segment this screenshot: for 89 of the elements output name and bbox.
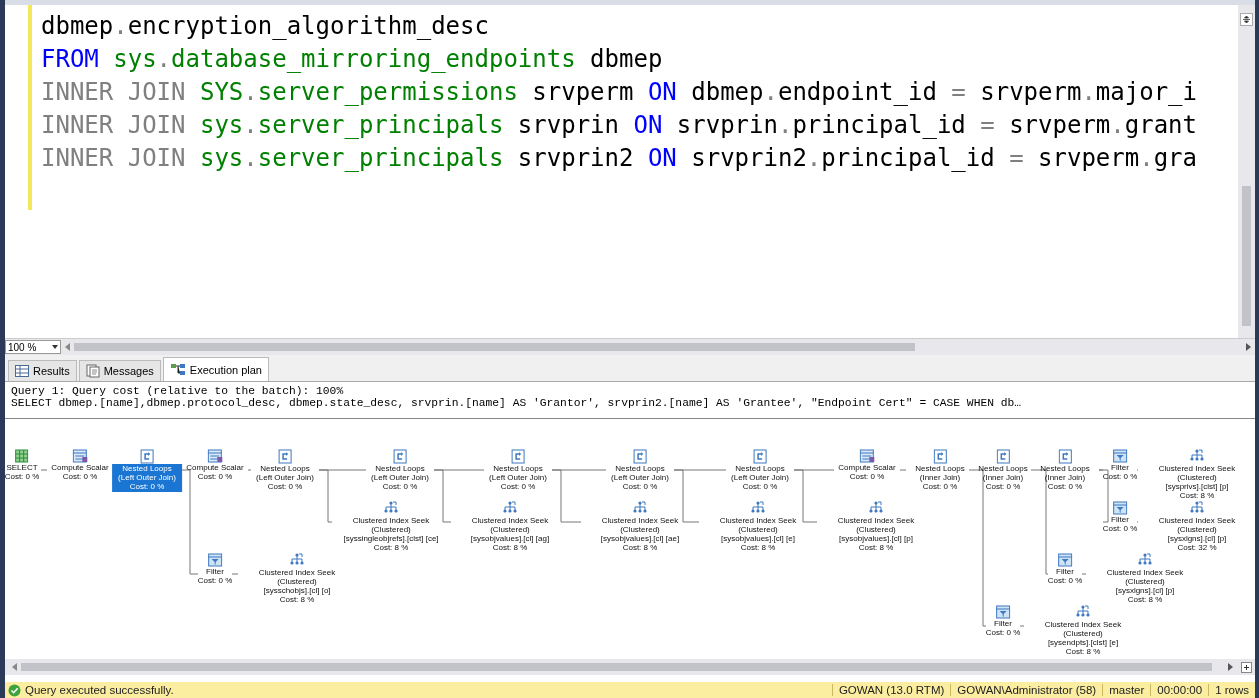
plan-operator-label[interactable]: Clustered Index Seek (Clustered) [sysobjvalues].[cl] [p] Cost: 8 % xyxy=(818,516,934,552)
loop-icon xyxy=(633,449,647,464)
loop-icon xyxy=(393,449,407,464)
plan-operator-label[interactable]: Filter Cost: 0 % xyxy=(195,567,235,585)
connector-line xyxy=(1081,573,1087,575)
right-arrow-icon xyxy=(1228,663,1233,671)
plan-operator-label[interactable]: Clustered Index Seek (Clustered) [sysendpts].[clst] [e] Cost: 8 % xyxy=(1025,620,1141,656)
plus-icon xyxy=(1244,664,1249,670)
plan-icon xyxy=(169,362,186,377)
document-icon xyxy=(85,364,100,378)
loop-icon xyxy=(1058,449,1072,464)
connector-line xyxy=(231,573,239,575)
loop-icon xyxy=(996,449,1010,464)
tab-label: Execution plan xyxy=(189,363,262,376)
vertical-scrollbar[interactable] xyxy=(1238,5,1255,338)
loop-icon xyxy=(278,449,292,464)
calculator-table-icon xyxy=(207,449,223,463)
connector-line xyxy=(40,469,48,471)
loop-icon xyxy=(933,449,947,464)
plan-operator-label[interactable]: Clustered Index Seek (Clustered) [sysschobjs].[cl] [o] Cost: 8 % xyxy=(239,568,355,604)
loop-icon xyxy=(753,449,767,464)
scrollbar-thumb[interactable] xyxy=(1242,186,1251,326)
right-arrow-icon xyxy=(1246,343,1251,351)
zoom-dropdown[interactable]: 100 % xyxy=(5,340,61,354)
plan-operator-label[interactable]: Clustered Index Seek (Clustered) [syssingleobjrefs].[clst] [ce] Cost: 8 % xyxy=(333,516,449,552)
code-line: INNER JOIN sys.server_principals srvprin2 ON srvprin2.principal_id = srvperm.gra xyxy=(41,143,1198,174)
code-line: dbmep.encryption_algorithm_desc xyxy=(41,11,490,42)
check-icon xyxy=(8,683,21,697)
status-segment: GOWAN (13.0 RTM) xyxy=(831,684,951,696)
code-line: FROM sys.database_mirroring_endpoints dbmep xyxy=(41,44,664,75)
plan-operator-label[interactable]: Nested Loops (Left Outer Join) Cost: 0 % xyxy=(487,464,549,491)
status-segment: GOWAN\Administrator (58) xyxy=(950,684,1103,696)
status-segment: master xyxy=(1102,684,1151,696)
plan-operator-label[interactable]: Compute Scalar Cost: 0 % xyxy=(49,463,111,481)
plan-operator-label[interactable]: Clustered Index Seek (Clustered) [sysxlgns].[cl] [p] Cost: 8 % xyxy=(1087,568,1203,604)
table-icon xyxy=(15,449,29,463)
calculator-table-icon xyxy=(859,449,875,463)
caret-icon xyxy=(52,345,58,349)
status-segment: 00:00:00 xyxy=(1150,684,1209,696)
plan-operator-label[interactable]: Nested Loops (Left Outer Join) Cost: 0 % xyxy=(369,464,431,491)
plan-operator-label[interactable]: Filter Cost: 0 % xyxy=(1100,515,1140,533)
plan-operator-label[interactable]: Nested Loops (Left Outer Join) Cost: 0 % xyxy=(254,464,316,491)
split-button[interactable] xyxy=(1240,13,1253,26)
loop-icon xyxy=(511,449,525,464)
filter-icon xyxy=(1112,501,1128,515)
plan-operator-label[interactable]: Filter Cost: 0 % xyxy=(1100,463,1140,481)
zoom-plus-button[interactable] xyxy=(1241,661,1252,673)
code-line: INNER JOIN sys.server_principals srvprin ON srvprin.principal_id = srvperm.grant xyxy=(41,110,1198,141)
split-icon xyxy=(1243,16,1250,23)
code-line: INNER JOIN SYS.server_permissions srvperm ON dbmep.endpoint_id = srvperm.major_i xyxy=(41,77,1198,108)
plan-operator-label[interactable]: Clustered Index Seek (Clustered) [sysobjvalues].[cl] [e] Cost: 8 % xyxy=(700,516,816,552)
plan-operator-label[interactable]: Compute Scalar Cost: 0 % xyxy=(836,463,898,481)
plan-operator-label[interactable]: Nested Loops (Inner Join) Cost: 0 % xyxy=(1038,464,1092,491)
calculator-table-icon xyxy=(72,449,88,463)
tab-label: Messages xyxy=(103,365,154,377)
result-tab[interactable]: Execution plan xyxy=(162,357,269,381)
plan-operator-label[interactable]: Nested Loops (Left Outer Join) Cost: 0 % xyxy=(609,464,671,491)
left-arrow-icon xyxy=(12,663,17,671)
connector-line xyxy=(899,469,907,471)
plan-operator-label[interactable]: Filter Cost: 0 % xyxy=(1045,567,1085,585)
result-tab[interactable]: Results xyxy=(8,360,77,381)
connector-line xyxy=(247,469,252,471)
filter-icon xyxy=(1057,553,1073,567)
query-cost-text: Query 1: Query cost (relative to the batch): 100% xyxy=(11,385,345,397)
plan-operator-label[interactable]: Nested Loops (Left Outer Join) Cost: 0 % xyxy=(729,464,791,491)
plan-operator-label[interactable]: Nested Loops (Left Outer Join) Cost: 0 % xyxy=(112,464,182,492)
plan-operator-label[interactable]: Nested Loops (Inner Join) Cost: 0 % xyxy=(913,464,967,491)
filter-icon xyxy=(1112,449,1128,463)
plan-operator-label[interactable]: Filter Cost: 0 % xyxy=(983,619,1023,637)
scrollbar-thumb[interactable] xyxy=(21,663,1212,671)
filter-icon xyxy=(207,553,223,567)
plan-operator-label[interactable]: Clustered Index Seek (Clustered) [sysprivs].[clst] [p] Cost: 8 % xyxy=(1139,464,1255,500)
left-arrow-icon xyxy=(65,343,70,351)
status-message: Query executed successfully. xyxy=(25,684,174,696)
grid-icon xyxy=(15,365,29,377)
status-segment: 1 rows xyxy=(1208,684,1255,696)
plan-operator-label[interactable]: Compute Scalar Cost: 0 % xyxy=(184,463,246,481)
tab-label: Results xyxy=(33,365,70,377)
query-statement-text: SELECT dbmep.[name],dbmep.protocol_desc, dbmep.state_desc, srvprin.[name] AS 'Grantor', srvprin2.[name] AS 'Grantee', "Endpoint Cert" = CASE WHEN db… xyxy=(11,397,1023,409)
plan-operator-label[interactable]: SELECT Cost: 0 % xyxy=(5,463,42,481)
scrollbar-thumb[interactable] xyxy=(74,343,915,351)
plan-operator-label[interactable]: Nested Loops (Inner Join) Cost: 0 % xyxy=(976,464,1030,491)
plan-operator-label[interactable]: Clustered Index Seek (Clustered) [sysobjvalues].[cl] [ag] Cost: 8 % xyxy=(452,516,568,552)
plan-operator-label[interactable]: Clustered Index Seek (Clustered) [sysxlgns].[cl] [p] Cost: 32 % xyxy=(1139,516,1255,552)
loop-icon xyxy=(140,449,154,464)
result-tab[interactable]: Messages xyxy=(78,360,161,381)
plan-operator-label[interactable]: Clustered Index Seek (Clustered) [sysobjvalues].[cl] [ae] Cost: 8 % xyxy=(582,516,698,552)
connector-line xyxy=(1019,625,1025,627)
filter-icon xyxy=(995,605,1011,619)
